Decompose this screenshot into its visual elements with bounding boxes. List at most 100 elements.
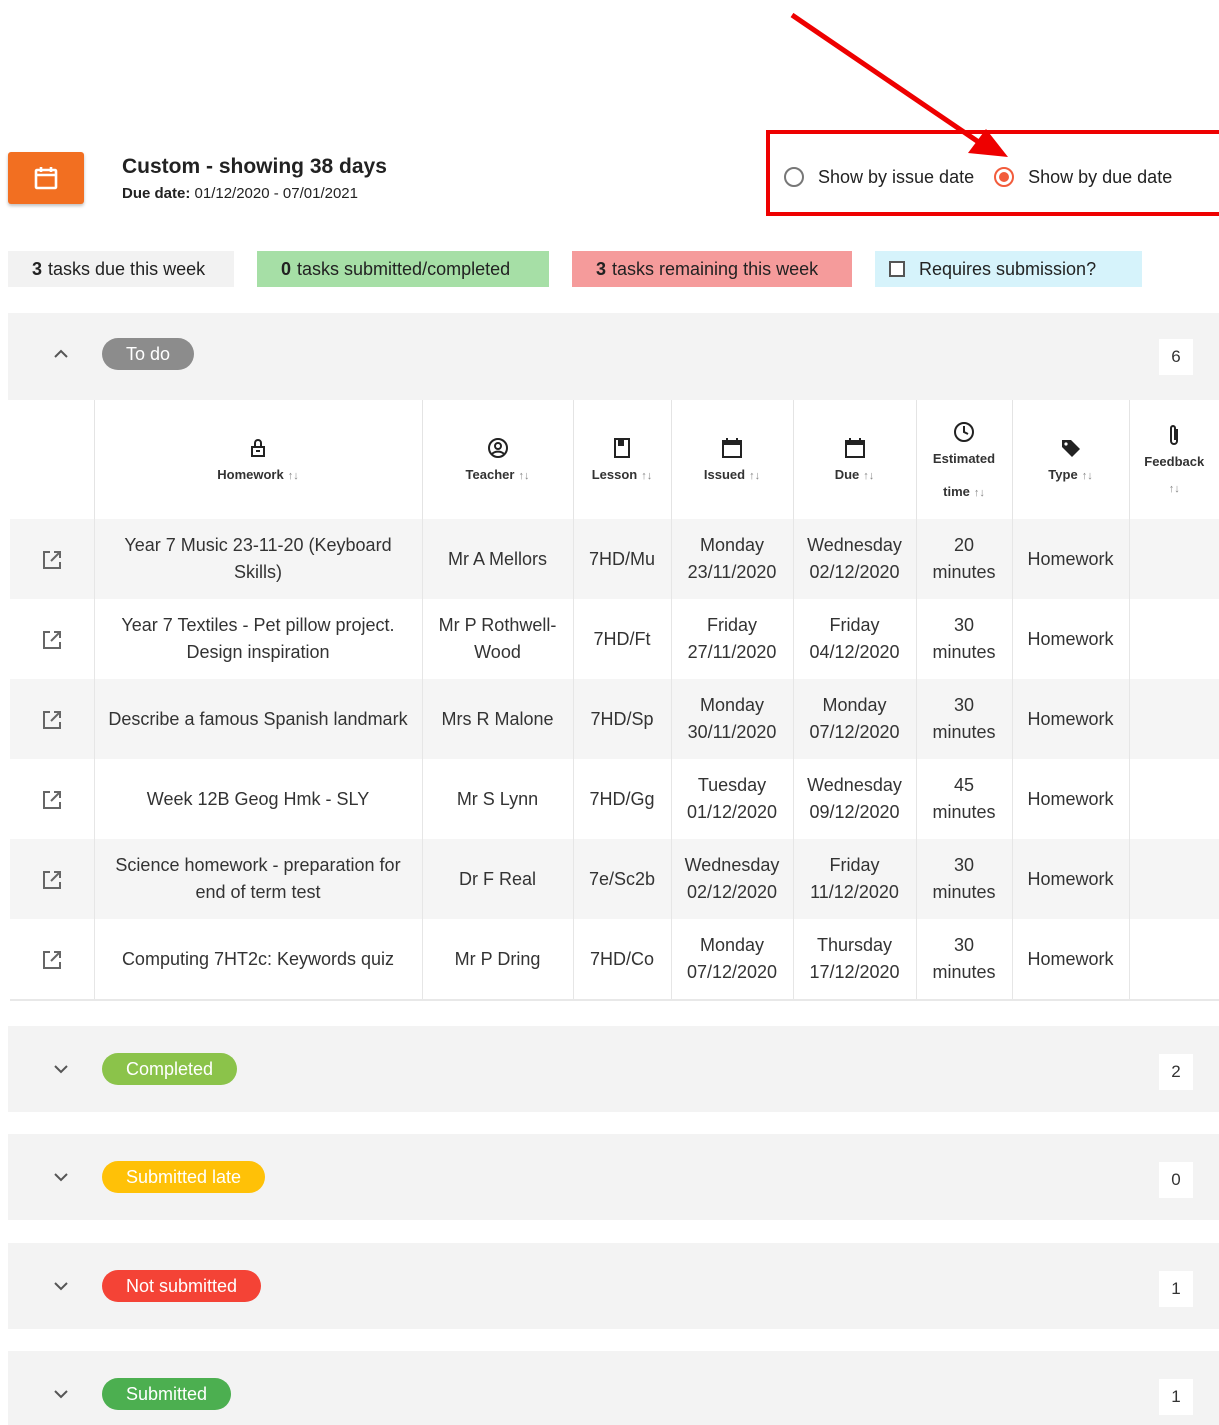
radio-due-label[interactable]: Show by due date — [1028, 167, 1172, 188]
edit-cell[interactable] — [10, 919, 95, 1001]
cell-estimated-time: 30 minutes — [916, 919, 1013, 1001]
open-external-icon[interactable] — [40, 948, 64, 972]
sort-icon[interactable]: ↑↓ — [288, 470, 299, 482]
time-number: 30 — [953, 695, 975, 715]
requires-submission-label[interactable]: Requires submission? — [919, 259, 1096, 280]
col-due-label: Due — [834, 467, 860, 482]
cell-homework[interactable]: Year 7 Textiles - Pet pillow project. De… — [94, 599, 423, 679]
radio-show-by-issue-date[interactable] — [784, 167, 804, 187]
table-row[interactable]: Year 7 Music 23-11-20 (Keyboard Skills) M… — [10, 519, 1219, 599]
issued-day: Monday — [699, 935, 765, 955]
sort-icon[interactable]: ↑↓ — [1169, 483, 1180, 495]
open-external-icon[interactable] — [40, 708, 64, 732]
col-lesson[interactable]: Lesson ↑↓ — [573, 400, 672, 519]
cell-homework[interactable]: Science homework - preparation for end o… — [94, 839, 423, 919]
table-row[interactable]: Computing 7HT2c: Keywords quiz Mr P Dring… — [10, 919, 1219, 1001]
user-circle-icon — [487, 437, 509, 459]
due-date-value: 01/12/2020 - 07/01/2021 — [194, 185, 358, 202]
cell-issued: Monday 07/12/2020 — [671, 919, 794, 1001]
col-estimated-time[interactable]: Estimated time ↑↓ — [916, 400, 1013, 519]
sort-icon[interactable]: ↑↓ — [974, 487, 985, 499]
due-day: Wednesday — [807, 775, 902, 795]
chevron-down-icon[interactable] — [52, 1168, 70, 1186]
requires-submission-checkbox[interactable] — [889, 261, 905, 277]
edit-cell[interactable] — [10, 519, 95, 599]
open-external-icon[interactable] — [40, 548, 64, 572]
cell-homework[interactable]: Computing 7HT2c: Keywords quiz — [94, 919, 423, 1001]
chevron-down-icon[interactable] — [52, 1277, 70, 1295]
clock-icon — [953, 421, 975, 443]
edit-cell[interactable] — [10, 679, 95, 759]
tag-icon — [1060, 437, 1082, 459]
not-submitted-count: 1 — [1159, 1271, 1193, 1307]
table-row[interactable]: Year 7 Textiles - Pet pillow project. De… — [10, 599, 1219, 679]
chevron-down-icon[interactable] — [52, 1060, 70, 1078]
col-feedback[interactable]: Feedback ↑↓ — [1129, 400, 1219, 519]
open-external-icon[interactable] — [40, 788, 64, 812]
table-row[interactable]: Week 12B Geog Hmk - SLY Mr S Lynn 7HD/Gg Tu… — [10, 759, 1219, 839]
section-submitted-late-header[interactable]: Submitted late 0 — [8, 1134, 1219, 1220]
col-feedback-label: Feedback — [1144, 454, 1205, 469]
due-date: 17/12/2020 — [809, 962, 900, 982]
tasks-remaining-chip: 3 tasks remaining this week — [572, 251, 852, 287]
sort-icon[interactable]: ↑↓ — [749, 470, 760, 482]
cell-teacher: Mr A Mellors — [422, 519, 574, 599]
open-external-icon[interactable] — [40, 868, 64, 892]
radio-issue-label[interactable]: Show by issue date — [818, 167, 974, 188]
due-day: Friday — [829, 855, 880, 875]
open-external-icon[interactable] — [40, 628, 64, 652]
issued-date: 01/12/2020 — [686, 802, 778, 822]
requires-submission-filter[interactable]: Requires submission? — [875, 251, 1142, 287]
section-not-submitted-header[interactable]: Not submitted 1 — [8, 1243, 1219, 1329]
cell-lesson: 7HD/Sp — [573, 679, 672, 759]
edit-cell[interactable] — [10, 839, 95, 919]
sort-icon[interactable]: ↑↓ — [863, 470, 874, 482]
sort-icon[interactable]: ↑↓ — [641, 470, 652, 482]
issued-day: Tuesday — [697, 775, 767, 795]
col-teacher[interactable]: Teacher ↑↓ — [422, 400, 574, 519]
due-date: 11/12/2020 — [810, 882, 899, 902]
edit-cell[interactable] — [10, 599, 95, 679]
sort-icon[interactable]: ↑↓ — [1082, 470, 1093, 482]
cell-type: Homework — [1012, 599, 1130, 679]
submitted-late-count: 0 — [1159, 1162, 1193, 1198]
table-row[interactable]: Science homework - preparation for end o… — [10, 839, 1219, 919]
cell-issued: Monday 23/11/2020 — [671, 519, 794, 599]
col-estimated-label-1: Estimated — [932, 450, 996, 466]
status-pill-completed: Completed — [102, 1053, 238, 1085]
edit-cell[interactable] — [10, 759, 95, 839]
calendar-icon — [34, 167, 58, 190]
due-week-count: 3 — [32, 258, 43, 279]
table-row[interactable]: Describe a famous Spanish landmark Mrs R … — [10, 679, 1219, 759]
due-day: Friday — [829, 615, 880, 635]
cell-issued: Friday 27/11/2020 — [671, 599, 794, 679]
col-due[interactable]: Due ↑↓ — [793, 400, 917, 519]
col-issued[interactable]: Issued ↑↓ — [671, 400, 794, 519]
section-completed-header[interactable]: Completed 2 — [8, 1026, 1219, 1112]
col-homework-label: Homework — [217, 467, 284, 482]
due-week-text: tasks due this week — [48, 258, 206, 279]
tasks-submitted-chip: 0 tasks submitted/completed — [257, 251, 549, 287]
col-type[interactable]: Type ↑↓ — [1012, 400, 1130, 519]
chevron-up-icon[interactable] — [52, 345, 70, 363]
cell-homework[interactable]: Week 12B Geog Hmk - SLY — [94, 759, 423, 839]
issued-day: Friday — [706, 615, 757, 635]
calendar-button[interactable] — [8, 152, 84, 204]
book-icon — [613, 437, 631, 459]
issued-day: Monday — [699, 695, 765, 715]
col-homework[interactable]: Homework ↑↓ — [94, 400, 423, 519]
section-submitted-header[interactable]: Submitted 1 — [8, 1351, 1219, 1425]
cell-type: Homework — [1012, 759, 1130, 839]
time-unit: minutes — [932, 882, 996, 902]
cell-homework[interactable]: Year 7 Music 23-11-20 (Keyboard Skills) — [94, 519, 423, 599]
chevron-down-icon[interactable] — [52, 1385, 70, 1403]
radio-show-by-due-date[interactable] — [994, 167, 1015, 187]
completed-count: 2 — [1159, 1054, 1193, 1090]
sort-icon[interactable]: ↑↓ — [518, 470, 529, 482]
cell-lesson: 7HD/Gg — [573, 759, 672, 839]
section-todo-header[interactable]: To do 6 — [8, 313, 1219, 400]
cell-homework[interactable]: Describe a famous Spanish landmark — [94, 679, 423, 759]
cell-lesson: 7HD/Ft — [573, 599, 672, 679]
cell-feedback — [1129, 519, 1219, 599]
time-unit: minutes — [932, 642, 996, 662]
